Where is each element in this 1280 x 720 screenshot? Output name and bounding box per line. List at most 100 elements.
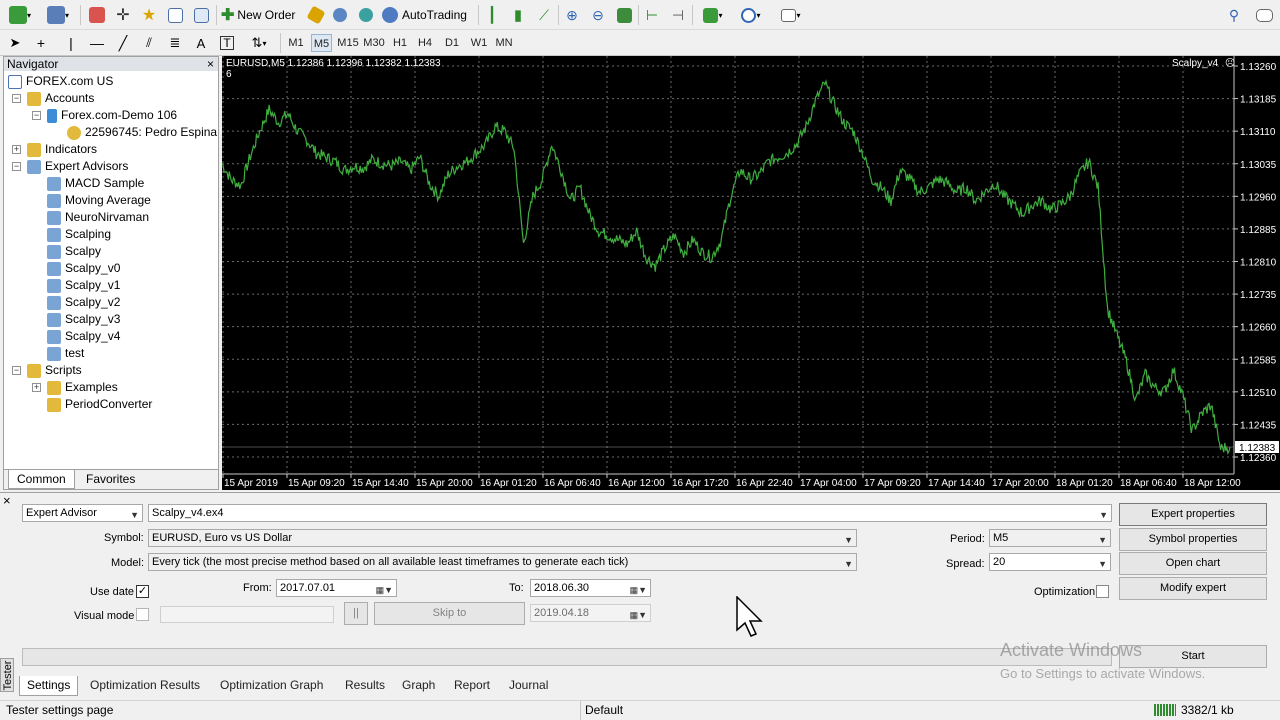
tf-h4[interactable]: H4: [415, 34, 435, 52]
accounts-expander[interactable]: −: [12, 94, 21, 103]
nav-item-script[interactable]: PeriodConverter: [47, 396, 152, 413]
nav-item-server[interactable]: Forex.com-Demo 106: [47, 107, 177, 124]
indicators-button[interactable]: ▾: [697, 4, 729, 26]
visual-speed-slider[interactable]: [160, 606, 334, 623]
fibonacci-button[interactable]: ≣: [166, 32, 184, 54]
autotrading-button[interactable]: AutoTrading: [382, 4, 474, 26]
period-select[interactable]: M5 ▼: [989, 529, 1111, 547]
demo-account-expander[interactable]: −: [32, 111, 41, 120]
nav-item-ea[interactable]: Scalpy_v2: [47, 294, 120, 311]
meta-editor-button[interactable]: [306, 4, 326, 26]
visual-mode-checkbox[interactable]: [136, 608, 149, 621]
data-window-button[interactable]: ✛: [112, 4, 134, 26]
nav-item-scripts[interactable]: Scripts: [27, 362, 82, 379]
signals-button[interactable]: [330, 4, 350, 26]
skip-to-button[interactable]: Skip to: [374, 602, 525, 625]
bar-chart-button[interactable]: ┃: [482, 4, 502, 26]
horizontal-line-button[interactable]: —: [88, 32, 106, 54]
ea-type-select[interactable]: Expert Advisor ▼: [22, 504, 143, 522]
open-chart-button[interactable]: Open chart: [1119, 552, 1267, 575]
tf-m1[interactable]: M1: [286, 34, 306, 52]
templates-button[interactable]: ▾: [775, 4, 807, 26]
nav-item-ea[interactable]: Scalpy_v0: [47, 260, 120, 277]
tester-close-button[interactable]: ×: [3, 493, 11, 508]
ea-file-select[interactable]: Scalpy_v4.ex4 ▼: [148, 504, 1112, 522]
tester-side-tab[interactable]: Tester: [0, 658, 14, 692]
expert-properties-button[interactable]: Expert properties: [1119, 503, 1267, 526]
from-date-input[interactable]: 2017.07.01 ▦▼: [276, 579, 397, 597]
nav-item-ea[interactable]: test: [47, 345, 84, 362]
periods-button[interactable]: ▾: [735, 4, 767, 26]
vertical-line-button[interactable]: |: [62, 32, 80, 54]
tab-graph[interactable]: Graph: [395, 676, 442, 696]
equidistant-channel-button[interactable]: ⫽: [140, 32, 158, 54]
spread-input[interactable]: 20 ▼: [989, 553, 1111, 571]
trendline-button[interactable]: ╱: [114, 32, 132, 54]
zoom-in-button[interactable]: ⊕: [562, 4, 582, 26]
zoom-out-button[interactable]: ⊖: [588, 4, 608, 26]
tile-windows-button[interactable]: [614, 4, 634, 26]
to-date-input[interactable]: 2018.06.30 ▦▼: [530, 579, 651, 597]
crosshair-button[interactable]: +: [32, 32, 50, 54]
navigator-button[interactable]: ★: [138, 4, 160, 26]
use-date-checkbox[interactable]: ✓: [136, 585, 149, 598]
tab-optimization-graph[interactable]: Optimization Graph: [213, 676, 330, 696]
chat-button[interactable]: [1252, 4, 1276, 26]
tf-m30[interactable]: M30: [362, 34, 386, 52]
profiles-button[interactable]: ▾: [42, 4, 74, 26]
nav-item-ea[interactable]: Scalpy: [47, 243, 101, 260]
tab-settings[interactable]: Settings: [19, 676, 79, 696]
text-tool-button[interactable]: A: [192, 32, 210, 54]
nav-item-root[interactable]: FOREX.com US: [8, 73, 113, 90]
new-chart-button[interactable]: ▾: [4, 4, 36, 26]
nav-item-ea[interactable]: Moving Average: [47, 192, 151, 209]
nav-item-ea[interactable]: MACD Sample: [47, 175, 144, 192]
tab-common[interactable]: Common: [8, 470, 75, 489]
nav-item-accounts[interactable]: Accounts: [27, 90, 94, 107]
nav-item-examples[interactable]: Examples: [47, 379, 118, 396]
nav-item-ea[interactable]: NeuroNirvaman: [47, 209, 149, 226]
tf-m5[interactable]: M5: [311, 34, 332, 52]
cursor-button[interactable]: ➤: [6, 32, 24, 54]
modify-expert-button[interactable]: Modify expert: [1119, 577, 1267, 600]
nav-item-ea[interactable]: Scalpy_v4: [47, 328, 120, 345]
model-select[interactable]: Every tick (the most precise method base…: [148, 553, 857, 571]
expert-advisors-expander[interactable]: −: [12, 162, 21, 171]
arrows-button[interactable]: ⇅ ▾: [244, 32, 274, 54]
market-button[interactable]: [356, 4, 376, 26]
candlestick-button[interactable]: ▮: [508, 4, 528, 26]
tab-results[interactable]: Results: [338, 676, 392, 696]
nav-item-ea[interactable]: Scalpy_v1: [47, 277, 120, 294]
market-watch-button[interactable]: [86, 4, 108, 26]
indicators-expander[interactable]: +: [12, 145, 21, 154]
chart-shift-button[interactable]: ⊣: [668, 4, 688, 26]
tab-journal[interactable]: Journal: [502, 676, 555, 696]
tab-favorites[interactable]: Favorites: [78, 470, 143, 489]
auto-scroll-button[interactable]: ⊢: [642, 4, 662, 26]
nav-item-account[interactable]: 22596745: Pedro Espina: [67, 124, 217, 141]
scripts-expander[interactable]: −: [12, 366, 21, 375]
nav-item-ea[interactable]: Scalping: [47, 226, 111, 243]
tab-report[interactable]: Report: [447, 676, 497, 696]
nav-item-ea[interactable]: Scalpy_v3: [47, 311, 120, 328]
new-order-button[interactable]: ✚ New Order: [221, 4, 303, 26]
tf-d1[interactable]: D1: [442, 34, 462, 52]
symbol-select[interactable]: EURUSD, Euro vs US Dollar ▼: [148, 529, 857, 547]
examples-expander[interactable]: +: [32, 383, 41, 392]
search-button[interactable]: ⚲: [1224, 4, 1244, 26]
text-label-button[interactable]: T: [218, 32, 236, 54]
nav-item-indicators[interactable]: Indicators: [27, 141, 97, 158]
tf-mn[interactable]: MN: [493, 34, 515, 52]
strategy-tester-button[interactable]: [190, 4, 212, 26]
line-chart-button[interactable]: ⟋: [534, 4, 554, 26]
tab-optimization-results[interactable]: Optimization Results: [83, 676, 207, 696]
pause-button[interactable]: ||: [344, 602, 368, 625]
tf-h1[interactable]: H1: [390, 34, 410, 52]
terminal-button[interactable]: [164, 4, 186, 26]
optimization-checkbox[interactable]: [1096, 585, 1109, 598]
nav-item-expert-advisors[interactable]: Expert Advisors: [27, 158, 128, 175]
skip-date-input[interactable]: 2019.04.18 ▦▼: [530, 604, 651, 622]
navigator-close-button[interactable]: ×: [207, 57, 214, 71]
tf-m15[interactable]: M15: [336, 34, 360, 52]
symbol-properties-button[interactable]: Symbol properties: [1119, 528, 1267, 551]
